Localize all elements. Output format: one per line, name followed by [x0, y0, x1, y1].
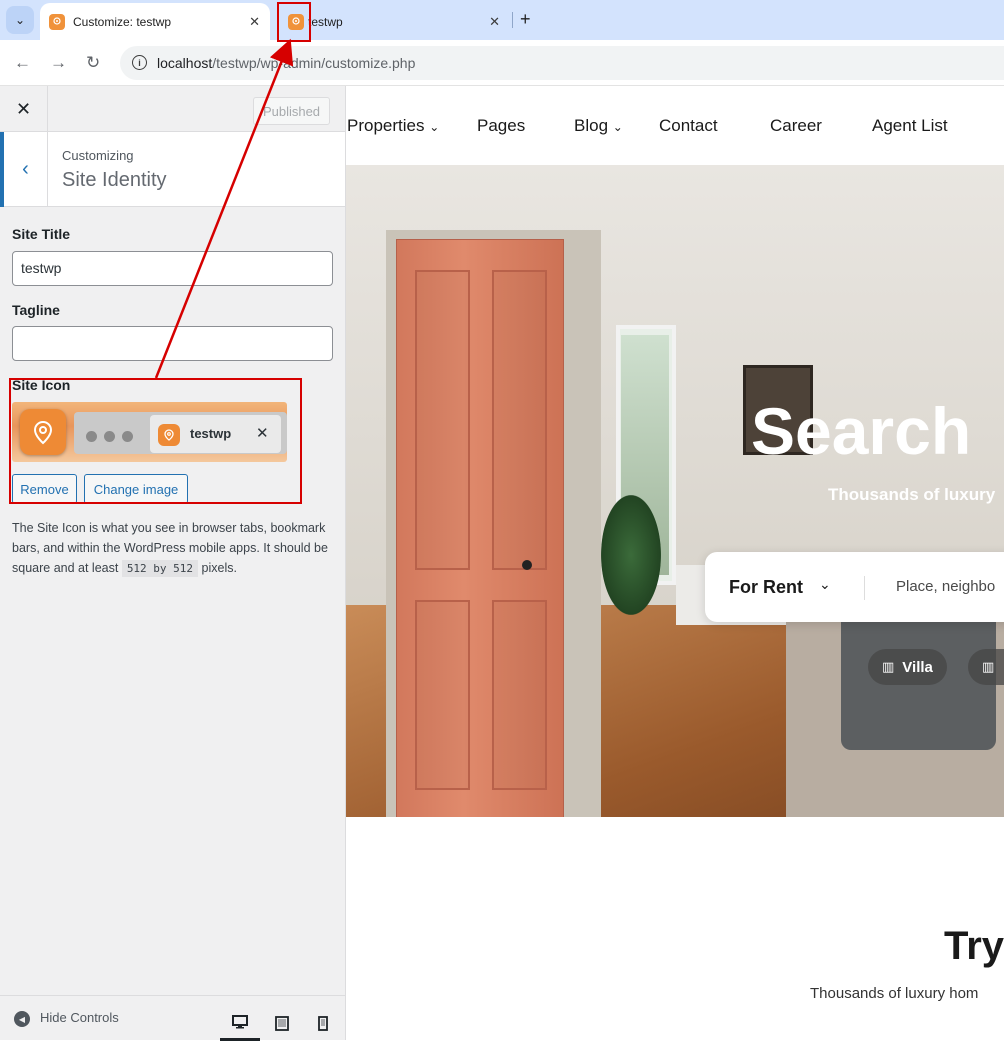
annotation-arrow [154, 38, 294, 379]
